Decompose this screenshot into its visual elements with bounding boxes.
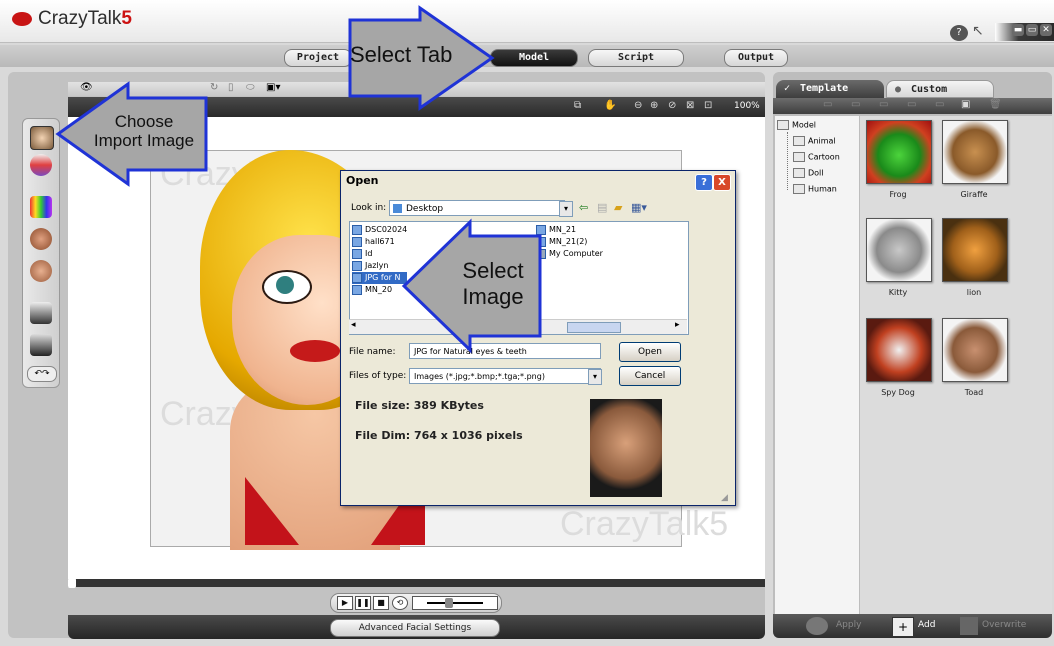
callout-import-image-text: Choose Import Image (93, 112, 195, 150)
callout-select-tab-text: Select Tab (350, 42, 453, 67)
callout-select-image-text: Select Image (462, 258, 524, 309)
callout-layer (55, 5, 542, 354)
